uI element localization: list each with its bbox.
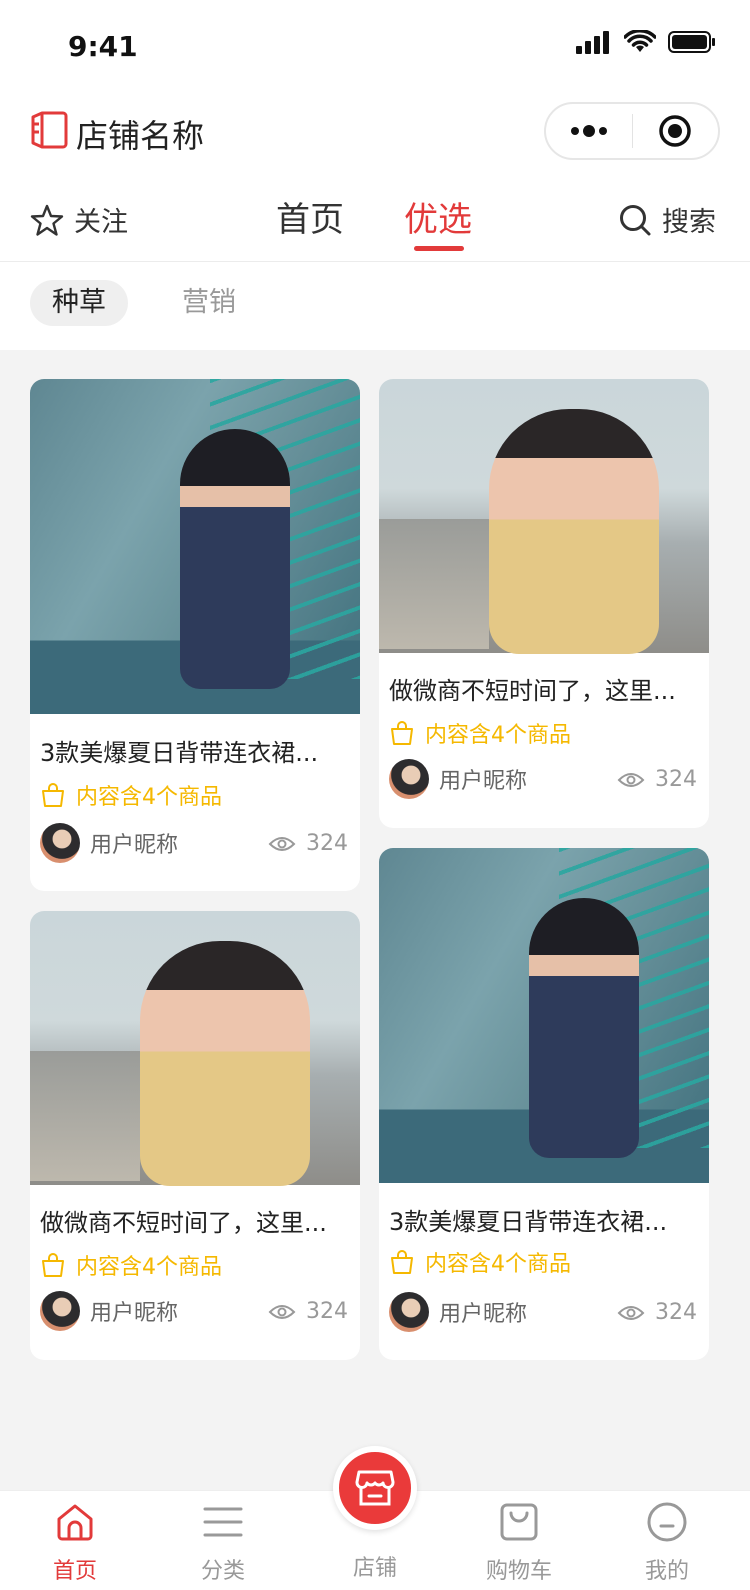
shopping-bag-icon: [42, 1253, 64, 1277]
views-number: 324: [655, 1300, 697, 1325]
goods-label: 内容含4个商品: [425, 1252, 571, 1277]
eye-icon: [268, 836, 296, 851]
post-photo: [379, 848, 709, 1183]
tabbar-item-category[interactable]: 分类: [173, 1501, 273, 1585]
tabbar-item-cart[interactable]: 购物车: [469, 1501, 569, 1585]
top-tab-row: 关注 首页 优选 搜索: [0, 186, 750, 262]
post-photo: [379, 379, 709, 654]
tabbar-label-home: 首页: [52, 1559, 97, 1584]
shopping-bag-icon: [42, 783, 64, 807]
top-area: 9:41 店铺名称 关注 首页 优选 搜索 种草 营销: [0, 0, 750, 350]
post-card[interactable]: 3款美爆夏日背带连衣裙... 内容含4个商品 用户昵称 324: [379, 848, 709, 1360]
target-close-icon: [659, 115, 691, 147]
active-tab-indicator: [414, 246, 464, 251]
follow-label: 关注: [74, 207, 128, 238]
shopping-bag-icon: [391, 721, 413, 745]
shop-front-icon: [355, 1470, 395, 1506]
post-author: 用户昵称: [389, 759, 527, 799]
status-bar: 9:41: [0, 0, 750, 88]
post-photo: [30, 379, 360, 714]
tab-pick[interactable]: 优选: [404, 192, 472, 241]
tabbar-label-mine: 我的: [644, 1559, 689, 1584]
views-number: 324: [655, 767, 697, 792]
status-icons: [576, 30, 716, 54]
store-name: 店铺名称: [76, 117, 205, 155]
post-title: 做微商不短时间了，这里...: [389, 677, 676, 705]
signal-icon: [576, 31, 609, 54]
views-number: 324: [306, 831, 348, 856]
goods-count: 内容含4个商品: [389, 717, 571, 749]
post-card[interactable]: 做微商不短时间了，这里... 内容含4个商品 用户昵称 324: [30, 911, 360, 1360]
goods-count: 内容含4个商品: [389, 1246, 571, 1278]
avatar: [40, 823, 80, 863]
eye-icon: [268, 1304, 296, 1319]
close-program-button[interactable]: [633, 114, 719, 148]
view-count: 324: [268, 1299, 348, 1324]
post-author: 用户昵称: [40, 1291, 178, 1331]
view-count: 324: [617, 767, 697, 792]
post-card[interactable]: 3款美爆夏日背带连衣裙... 内容含4个商品 用户昵称 324: [30, 379, 360, 891]
user-nickname: 用户昵称: [439, 1302, 528, 1327]
tabbar-label-cart: 购物车: [485, 1559, 552, 1584]
post-title: 3款美爆夏日背带连衣裙...: [389, 1208, 668, 1236]
star-icon: [30, 204, 64, 236]
nav-bar: 店铺名称: [0, 96, 750, 166]
follow-button[interactable]: 关注: [30, 200, 128, 239]
user-nickname: 用户昵称: [90, 1301, 179, 1326]
post-photo: [30, 911, 360, 1186]
search-label: 搜索: [662, 207, 716, 238]
user-nickname: 用户昵称: [439, 769, 528, 794]
tabbar-label-category: 分类: [200, 1559, 245, 1584]
view-count: 324: [268, 831, 348, 856]
goods-label: 内容含4个商品: [76, 1255, 222, 1280]
mini-program-capsule: [544, 102, 720, 160]
menu-lines-icon: [203, 1507, 243, 1537]
bottom-tab-bar: 首页 分类 店铺 购物车 我的: [0, 1446, 750, 1590]
sub-tab-grass[interactable]: 种草: [30, 280, 128, 326]
profile-face-icon: [647, 1502, 687, 1542]
tabbar-item-mine[interactable]: 我的: [617, 1501, 717, 1585]
shopping-bag-icon: [391, 1250, 413, 1274]
more-button[interactable]: [546, 125, 632, 137]
post-author: 用户昵称: [40, 823, 178, 863]
status-time: 9:41: [68, 30, 138, 63]
avatar: [40, 1291, 80, 1331]
avatar: [389, 759, 429, 799]
battery-icon: [668, 31, 715, 53]
tabbar-label-store: 店铺: [352, 1556, 397, 1581]
sub-tab-marketing[interactable]: 营销: [182, 280, 236, 326]
tabbar-store-button[interactable]: [333, 1446, 417, 1530]
eye-icon: [617, 1305, 645, 1320]
post-card[interactable]: 做微商不短时间了，这里... 内容含4个商品 用户昵称 324: [379, 379, 709, 828]
view-count: 324: [617, 1300, 697, 1325]
sub-tabs: 种草 营销: [0, 280, 750, 330]
user-nickname: 用户昵称: [90, 833, 179, 858]
wifi-icon: [624, 30, 656, 52]
goods-count: 内容含4个商品: [40, 779, 222, 811]
search-button[interactable]: 搜索: [618, 200, 716, 239]
views-number: 324: [306, 1299, 348, 1324]
more-dots-icon: [570, 125, 607, 137]
avatar: [389, 1292, 429, 1332]
store-door-icon: [31, 111, 68, 149]
home-icon: [57, 1504, 93, 1541]
post-title: 做微商不短时间了，这里...: [40, 1209, 327, 1237]
post-author: 用户昵称: [389, 1292, 527, 1332]
goods-label: 内容含4个商品: [76, 785, 222, 810]
goods-count: 内容含4个商品: [40, 1249, 222, 1281]
shopping-bag-icon: [500, 1503, 538, 1541]
tab-home[interactable]: 首页: [276, 192, 344, 241]
search-icon: [620, 204, 651, 235]
post-title: 3款美爆夏日背带连衣裙...: [40, 739, 319, 767]
eye-icon: [617, 772, 645, 787]
tabbar-item-home[interactable]: 首页: [25, 1501, 125, 1585]
goods-label: 内容含4个商品: [425, 723, 571, 748]
